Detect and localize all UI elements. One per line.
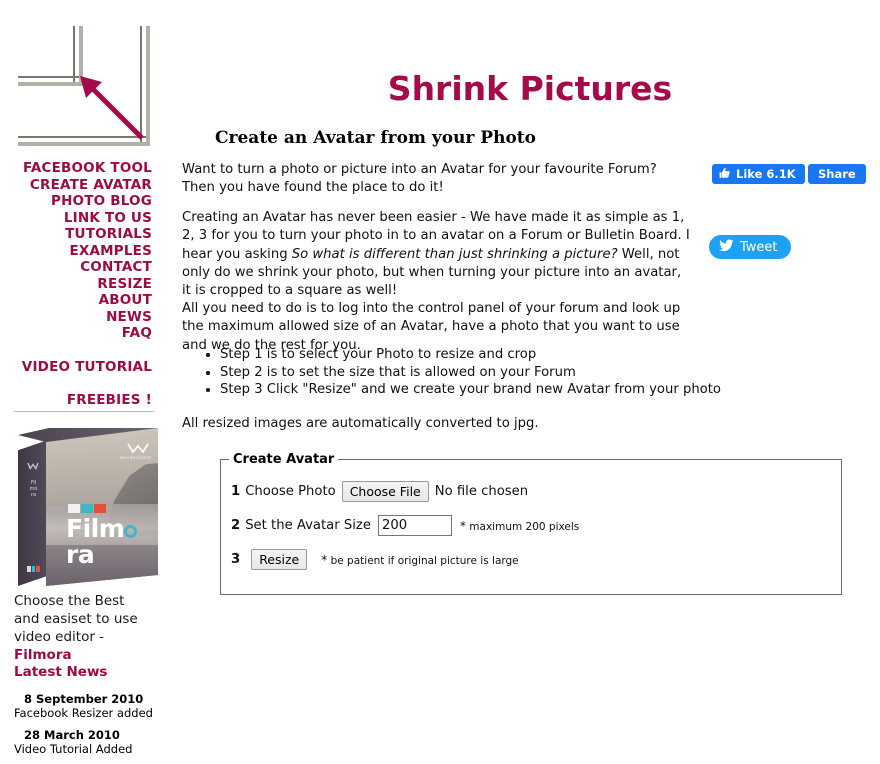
news-text: Video Tutorial Added [14,742,133,756]
wondershare-logo-icon [27,460,39,470]
resize-hint: * be patient if original picture is larg… [321,553,518,567]
thumbs-up-icon [719,167,731,182]
resize-button[interactable]: Resize [251,549,308,570]
news-item: 28 March 2010 Video Tutorial Added [14,728,174,756]
no-file-chosen-text: No file chosen [434,484,529,499]
color-chips-icon [27,566,41,572]
asterisk-icon: * [321,552,328,567]
promo-caption-line3: video editor - [14,629,105,645]
form-row-choose-photo: 1 Choose Photo Choose File No file chose… [231,481,841,502]
filmora-o-ring-icon [124,525,138,538]
wondershare-wordmark: wondershare [119,456,151,461]
box-spine: Filmora [18,440,48,586]
resize-hint-text: be patient if original picture is large [330,554,519,567]
avatar-size-input[interactable] [377,515,452,536]
filmora-wordmark: Filmra [66,516,158,568]
sidebar-item-examples[interactable]: EXAMPLES [0,243,152,260]
promo-caption-line1: Choose the Best [14,593,125,609]
sidebar-item-about[interactable]: ABOUT [0,292,152,309]
filmora-link[interactable]: Filmora [14,647,72,663]
asterisk-icon: * [459,518,466,533]
box-spine-title: Filmora [29,480,38,498]
form-row-avatar-size: 2 Set the Avatar Size * maximum 200 pixe… [231,515,841,536]
section-subtitle: Create an Avatar from your Photo [215,128,536,149]
steps-list: Step 1 is to select your Photo to resize… [182,346,780,399]
sidebar-nav: FACEBOOK TOOL CREATE AVATAR PHOTO BLOG L… [0,160,152,409]
sidebar: FACEBOOK TOOL CREATE AVATAR PHOTO BLOG L… [0,0,180,764]
facebook-like-label: Like 6.1K [736,167,796,181]
step-number-2: 2 [231,518,241,533]
sidebar-divider [14,411,154,412]
avatar-size-label: Set the Avatar Size [245,518,371,533]
choose-file-button[interactable]: Choose File [341,481,429,502]
description-paragraph: Creating an Avatar has never been easier… [182,209,694,300]
sidebar-item-faq[interactable]: FAQ [0,325,152,342]
news-date: 8 September 2010 [24,692,144,706]
twitter-tweet-button[interactable]: Tweet [709,235,791,259]
news-text: Facebook Resizer added [14,706,153,720]
sidebar-item-freebies[interactable]: FREEBIES ! [0,392,152,409]
latest-news-list: 8 September 2010 Facebook Resizer added … [14,692,174,764]
main-content: Shrink Pictures Create an Avatar from yo… [180,0,880,764]
twitter-bird-icon [719,238,734,256]
sidebar-item-news[interactable]: NEWS [0,309,152,326]
sidebar-item-link-to-us[interactable]: LINK TO US [0,210,152,227]
filmora-word-start: Film [66,514,125,543]
avatar-size-hint-text: maximum 200 pixels [469,520,580,533]
box-front: wondershare Filmra [46,428,158,586]
form-row-resize: 3 Resize * be patient if original pictur… [231,549,841,570]
description-italic-question: So what is different than just shrinking… [291,246,618,262]
color-chips-icon [68,504,107,513]
list-item: Step 1 is to select your Photo to resize… [220,346,780,364]
choose-photo-label: Choose Photo [245,484,336,499]
list-item: Step 3 Click "Resize" and we create your… [220,381,780,399]
facebook-share-button[interactable]: Share [808,164,866,184]
facebook-share-label: Share [818,167,856,181]
jpg-note-paragraph: All resized images are automatically con… [182,416,539,432]
list-item: Step 2 is to set the size that is allowe… [220,364,780,382]
sidebar-item-video-tutorial[interactable]: VIDEO TUTORIAL [0,359,152,376]
page-title: Shrink Pictures [387,69,673,109]
twitter-tweet-label: Tweet [740,239,778,255]
sidebar-item-facebook-tool[interactable]: FACEBOOK TOOL [0,160,152,177]
filmora-word-end: ra [66,540,95,569]
sidebar-item-create-avatar[interactable]: CREATE AVATAR [0,177,152,194]
sidebar-item-resize[interactable]: RESIZE [0,276,152,293]
promo-caption: Choose the Best and easiset to use video… [14,592,164,664]
step-number-1: 1 [231,484,241,499]
create-avatar-form: Create Avatar 1 Choose Photo Choose File… [220,452,842,595]
filmora-product-box-image[interactable]: Filmora wondershare Filmra [18,428,158,586]
form-legend: Create Avatar [233,452,335,467]
intro-paragraph: Want to turn a photo or picture into an … [182,162,657,196]
promo-caption-line2: and easiset to use [14,611,138,627]
sidebar-item-contact[interactable]: CONTACT [0,259,152,276]
sidebar-item-tutorials[interactable]: TUTORIALS [0,226,152,243]
news-item: 8 September 2010 Facebook Resizer added [14,692,174,720]
sidebar-item-photo-blog[interactable]: PHOTO BLOG [0,193,152,210]
news-date: 28 March 2010 [24,728,120,742]
shrink-corner-arrow-icon [18,26,150,146]
step-number-3: 3 [231,552,241,567]
latest-news-heading: Latest News [14,664,108,680]
facebook-like-button[interactable]: Like 6.1K [712,164,805,184]
avatar-size-hint: * maximum 200 pixels [460,519,579,533]
